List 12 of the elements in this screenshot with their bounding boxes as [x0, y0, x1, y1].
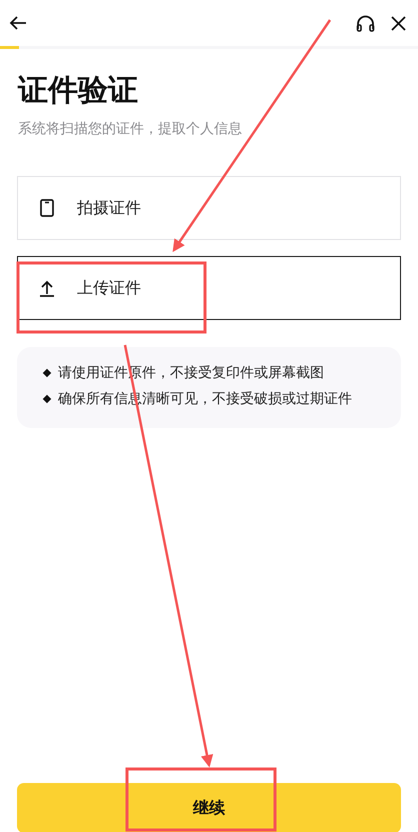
- continue-button[interactable]: 继续: [17, 783, 401, 832]
- page-title: 证件验证: [18, 73, 139, 109]
- close-icon: [391, 16, 406, 30]
- headset-icon: [356, 14, 375, 32]
- upload-icon: [39, 280, 55, 296]
- page-subtitle: 系统将扫描您的证件，提取个人信息: [18, 120, 243, 139]
- option-button[interactable]: 上传证件: [17, 256, 401, 320]
- option-button[interactable]: 拍摄证件: [17, 176, 401, 240]
- bullet-icon: [42, 394, 52, 404]
- back-icon: [9, 15, 27, 31]
- bullet-icon: [42, 368, 52, 378]
- phone-icon: [40, 199, 54, 217]
